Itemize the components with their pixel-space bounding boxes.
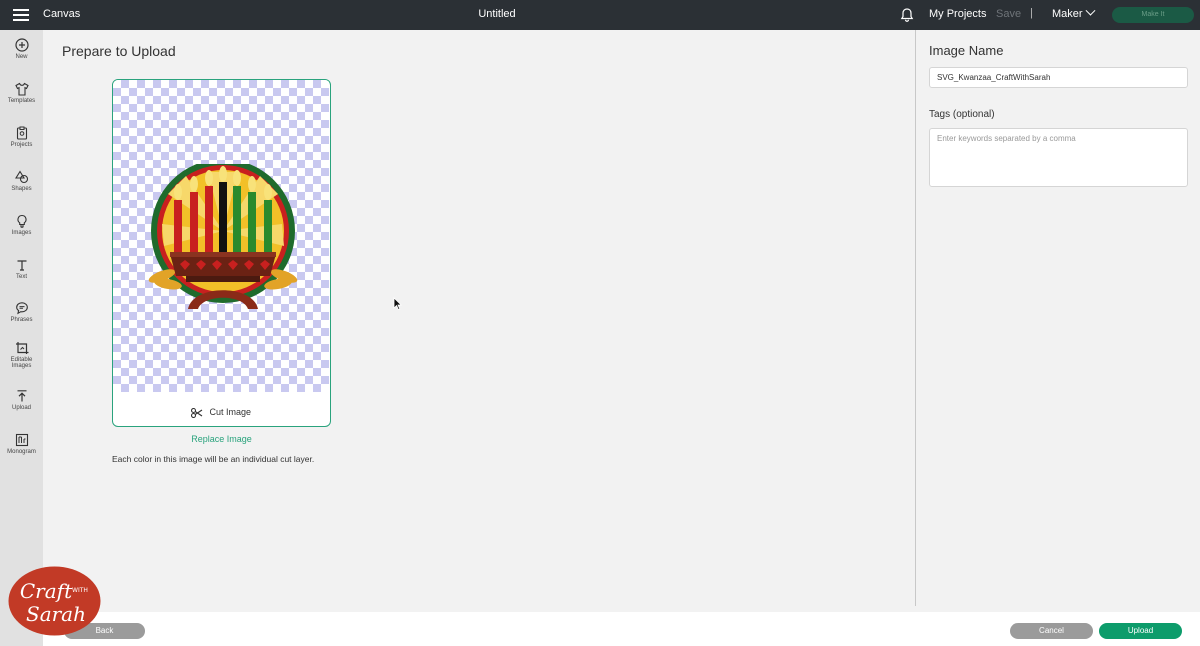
help-text: Each color in this image will be an indi… bbox=[112, 454, 315, 464]
make-it-button[interactable]: Make It bbox=[1112, 7, 1194, 23]
monogram-icon bbox=[15, 433, 28, 447]
left-sidebar: New Templates Projects Shapes Images Tex… bbox=[0, 30, 43, 646]
sidebar-item-label-line2: Images bbox=[11, 363, 32, 369]
sidebar-item-text[interactable]: Text bbox=[0, 258, 43, 280]
text-icon bbox=[17, 260, 26, 271]
shirt-icon bbox=[14, 82, 29, 96]
shapes-icon bbox=[14, 170, 28, 184]
upload-button[interactable]: Upload bbox=[1099, 623, 1182, 639]
bell-icon[interactable] bbox=[899, 7, 915, 23]
sidebar-item-phrases[interactable]: Phrases bbox=[0, 301, 43, 323]
sidebar-item-editable-images[interactable]: Editable Images bbox=[0, 341, 43, 369]
logo-text-craft: Craft bbox=[20, 579, 73, 603]
kwanzaa-kinara-image bbox=[148, 164, 298, 309]
sidebar-item-shapes[interactable]: Shapes bbox=[0, 170, 43, 192]
sidebar-item-projects[interactable]: Projects bbox=[0, 126, 43, 148]
upload-icon bbox=[17, 390, 26, 402]
sidebar-item-new[interactable]: New bbox=[0, 38, 43, 60]
editable-image-icon bbox=[15, 342, 28, 354]
machine-selector[interactable]: Maker bbox=[1052, 5, 1096, 20]
machine-label: Maker bbox=[1052, 8, 1083, 20]
sidebar-item-label: Monogram bbox=[7, 449, 36, 455]
image-name-field[interactable] bbox=[929, 67, 1188, 88]
sidebar-item-upload[interactable]: Upload bbox=[0, 389, 43, 411]
scissors-icon bbox=[190, 408, 203, 418]
chevron-down-icon bbox=[1085, 5, 1096, 16]
image-name-label: Image Name bbox=[929, 43, 1004, 58]
document-title: Untitled bbox=[0, 8, 1000, 20]
speech-bubble-icon bbox=[15, 302, 28, 315]
sidebar-item-label: Text bbox=[15, 274, 27, 280]
sidebar-item-label: Phrases bbox=[10, 317, 33, 323]
document-title-text[interactable]: Untitled bbox=[478, 8, 515, 20]
clipboard-icon bbox=[16, 126, 27, 140]
cancel-button[interactable]: Cancel bbox=[1010, 623, 1093, 639]
separator: | bbox=[1030, 7, 1033, 19]
cut-image-option[interactable]: Cut Image bbox=[113, 407, 329, 418]
sidebar-item-label: New bbox=[15, 54, 28, 60]
my-projects-link[interactable]: My Projects bbox=[929, 8, 986, 20]
save-button[interactable]: Save bbox=[996, 8, 1021, 20]
cut-image-label: Cut Image bbox=[209, 407, 252, 418]
tags-field[interactable] bbox=[929, 128, 1188, 187]
sidebar-item-label: Projects bbox=[10, 142, 33, 148]
sidebar-item-templates[interactable]: Templates bbox=[0, 82, 43, 104]
mouse-cursor-icon bbox=[393, 297, 402, 311]
lightbulb-icon bbox=[16, 214, 27, 228]
logo-text-with: WITH bbox=[72, 587, 88, 594]
replace-image-link[interactable]: Replace Image bbox=[112, 434, 331, 444]
sidebar-item-label: Images bbox=[11, 230, 32, 236]
sidebar-item-monogram[interactable]: Monogram bbox=[0, 433, 43, 455]
image-preview-card: Cut Image bbox=[112, 79, 331, 427]
logo-text-sarah: Sarah bbox=[26, 602, 86, 626]
plus-circle-icon bbox=[14, 38, 29, 52]
sidebar-item-label: Templates bbox=[7, 98, 36, 104]
tags-label: Tags (optional) bbox=[929, 109, 995, 120]
sidebar-item-label: Upload bbox=[11, 405, 31, 411]
page-title: Prepare to Upload bbox=[62, 43, 176, 59]
craft-with-sarah-logo: Craft WITH Sarah bbox=[8, 566, 101, 636]
top-bar: Canvas Untitled My Projects Save | Maker… bbox=[0, 0, 1200, 30]
sidebar-item-label: Shapes bbox=[11, 186, 32, 192]
sidebar-item-images[interactable]: Images bbox=[0, 214, 43, 236]
